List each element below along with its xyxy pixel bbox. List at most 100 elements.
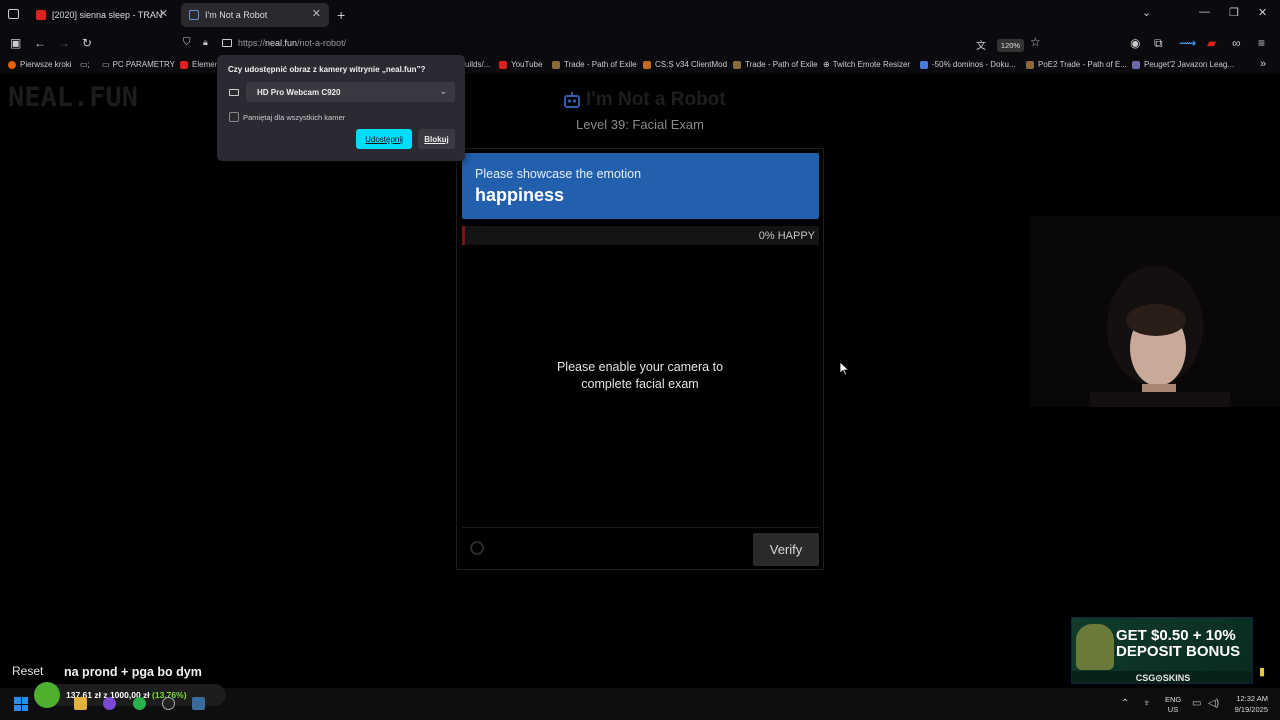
bookmark-label: Twitch Emote Resizer	[832, 60, 911, 69]
poe-icon	[552, 60, 560, 69]
block-button[interactable]: Blokuj	[418, 129, 455, 149]
windows-start-icon[interactable]	[14, 697, 28, 711]
url-bar[interactable]: ⛉ 🔒︎ https://neal.fun/not-a-robot/ 文 120…	[178, 32, 1050, 54]
shield-icon	[1132, 60, 1140, 69]
bookmark-item[interactable]: Trade - Path of Exile	[552, 60, 637, 69]
url-prefix: https://	[238, 38, 266, 48]
close-icon[interactable]: ✕	[312, 7, 321, 20]
level-label: Level 39: Facial Exam	[576, 117, 704, 132]
zoom-badge[interactable]: 120%	[997, 39, 1024, 52]
streamer-face-image	[1030, 216, 1280, 407]
account-icon[interactable]: ◉	[1130, 36, 1140, 50]
bookmark-item[interactable]: CS:S v34 ClientMod	[643, 60, 727, 69]
camera-select[interactable]: HD Pro Webcam C920 ⌄	[246, 82, 455, 102]
url-path: /not-a-robot/	[297, 38, 347, 48]
clock-time[interactable]: 12:32 AM	[1222, 694, 1268, 703]
site-logo[interactable]: NEAL.FUN	[8, 82, 138, 113]
volume-icon[interactable]: ◁)	[1208, 698, 1219, 709]
lock-icon[interactable]: 🔒︎	[203, 37, 208, 48]
bookmark-label: Elemen	[192, 60, 220, 69]
camera-permission-icon[interactable]	[222, 39, 232, 47]
camera-message-line: complete facial exam	[581, 377, 699, 391]
allow-button[interactable]: Udostępnij	[356, 129, 412, 149]
webcam-overlay	[1030, 216, 1280, 407]
maximize-icon[interactable]: ❐	[1229, 6, 1239, 19]
facial-exam-card: Please showcase the emotion happiness 0%…	[456, 148, 824, 570]
forward-icon[interactable]: →	[58, 36, 70, 50]
bookmark-item[interactable]: ▭ PC PARAMETRY	[102, 60, 175, 69]
app-icon[interactable]	[192, 697, 205, 710]
browser-icon[interactable]	[103, 697, 116, 710]
camera-select-value: HD Pro Webcam C920	[257, 88, 341, 97]
bookmark-item[interactable]: uilds/...	[465, 60, 490, 69]
bookmark-item[interactable]: Pierwsze kroki	[8, 60, 72, 69]
back-icon[interactable]: ←	[34, 36, 46, 50]
shield-icon[interactable]: ⛉	[183, 37, 191, 48]
happiness-meter: 0% HAPPY	[462, 226, 819, 245]
chevron-down-icon[interactable]: ⌄	[1142, 6, 1151, 19]
lamp-icon: ▮	[1259, 666, 1266, 678]
verify-button[interactable]: Verify	[753, 533, 819, 566]
csgoskins-ad[interactable]: GET $0.50 + 10% DEPOSIT BONUS CSG⊙SKINS	[1071, 617, 1253, 684]
close-window-icon[interactable]: ✕	[1258, 6, 1267, 19]
extension-glasses-icon[interactable]: ∞	[1232, 36, 1241, 50]
remember-checkbox[interactable]	[229, 112, 239, 122]
donation-logo-icon	[34, 682, 60, 708]
extensions-icon[interactable]: ⧉	[1154, 36, 1163, 50]
tab-sienna-sleep[interactable]: [2020] sienna sleep - TRANCE M ✕	[28, 3, 176, 27]
cs-icon	[643, 60, 651, 69]
bookmark-item[interactable]: YouTube	[499, 60, 542, 69]
poe-icon	[733, 60, 741, 69]
bookmark-item[interactable]: ⊕ Twitch Emote Resizer	[823, 60, 910, 69]
chat-icon[interactable]	[133, 697, 146, 710]
url-text[interactable]: https://neal.fun/not-a-robot/	[238, 38, 346, 48]
file-explorer-icon[interactable]	[74, 697, 87, 710]
close-icon[interactable]: ✕	[159, 7, 168, 20]
sidebar-icon[interactable]: ▣	[10, 36, 21, 50]
bookmark-label: YouTube	[511, 60, 543, 69]
microphone-icon[interactable]: ♆	[1143, 698, 1151, 709]
tab-label: [2020] sienna sleep - TRANCE M	[52, 10, 162, 20]
bookmark-label: -50% dominos - Doku...	[932, 60, 1016, 69]
folder-icon[interactable]: ▭;	[80, 60, 90, 69]
bookmark-item[interactable]: Elemen	[180, 60, 219, 69]
youtube-icon	[180, 60, 188, 69]
mascot-image	[1076, 624, 1114, 670]
menu-icon[interactable]: ≡	[1258, 36, 1265, 50]
divider	[462, 527, 819, 528]
loading-spinner-icon	[470, 541, 484, 555]
tab-list-icon[interactable]	[8, 9, 19, 19]
chevron-up-icon[interactable]: ⌃	[1121, 698, 1129, 709]
translate-icon[interactable]: 文	[976, 37, 986, 52]
clock-date[interactable]: 9/19/2025	[1222, 705, 1268, 714]
prompt-label: Please showcase the emotion	[475, 167, 642, 181]
camera-message-line: Please enable your camera to	[556, 360, 724, 374]
bookmark-item[interactable]: Peuget'2 Javazon Leag...	[1132, 60, 1234, 69]
bookmark-item[interactable]: -50% dominos - Doku...	[920, 60, 1016, 69]
reset-button[interactable]: Reset	[12, 664, 43, 678]
tab-not-a-robot[interactable]: I'm Not a Robot ✕	[181, 3, 329, 27]
network-icon[interactable]: ▭	[1192, 698, 1201, 709]
meter-fill	[462, 226, 465, 245]
extension-red-icon[interactable]: ▰	[1207, 36, 1216, 50]
obs-icon[interactable]	[162, 697, 175, 710]
bookmark-label: PoE2 Trade - Path of E...	[1038, 60, 1127, 69]
keyboard-layout[interactable]: US	[1165, 705, 1181, 714]
minimize-icon[interactable]: —	[1199, 6, 1210, 18]
extension-icon[interactable]: ⟿	[1179, 36, 1196, 50]
reload-icon[interactable]: ↻	[82, 36, 92, 50]
more-bookmarks-icon[interactable]: »	[1260, 58, 1266, 70]
mouse-cursor-icon	[840, 362, 849, 376]
star-icon[interactable]: ☆	[1030, 35, 1041, 49]
permission-question: Czy udostępnić obraz z kamery witrynie „…	[228, 65, 426, 74]
youtube-icon	[36, 10, 46, 20]
level-title: Level 39: Facial Exam	[0, 117, 1280, 132]
language-indicator[interactable]: ENG	[1165, 695, 1181, 704]
bookmark-item[interactable]: PoE2 Trade - Path of E...	[1026, 60, 1127, 69]
new-tab-icon[interactable]: +	[337, 7, 345, 23]
remember-label: Pamiętaj dla wszystkich kamer	[243, 113, 346, 122]
url-domain: neal.fun	[265, 38, 298, 48]
bookmark-item[interactable]: Trade - Path of Exile	[733, 60, 818, 69]
globe-icon: ⊕	[823, 60, 830, 69]
poe-icon	[1026, 60, 1034, 69]
